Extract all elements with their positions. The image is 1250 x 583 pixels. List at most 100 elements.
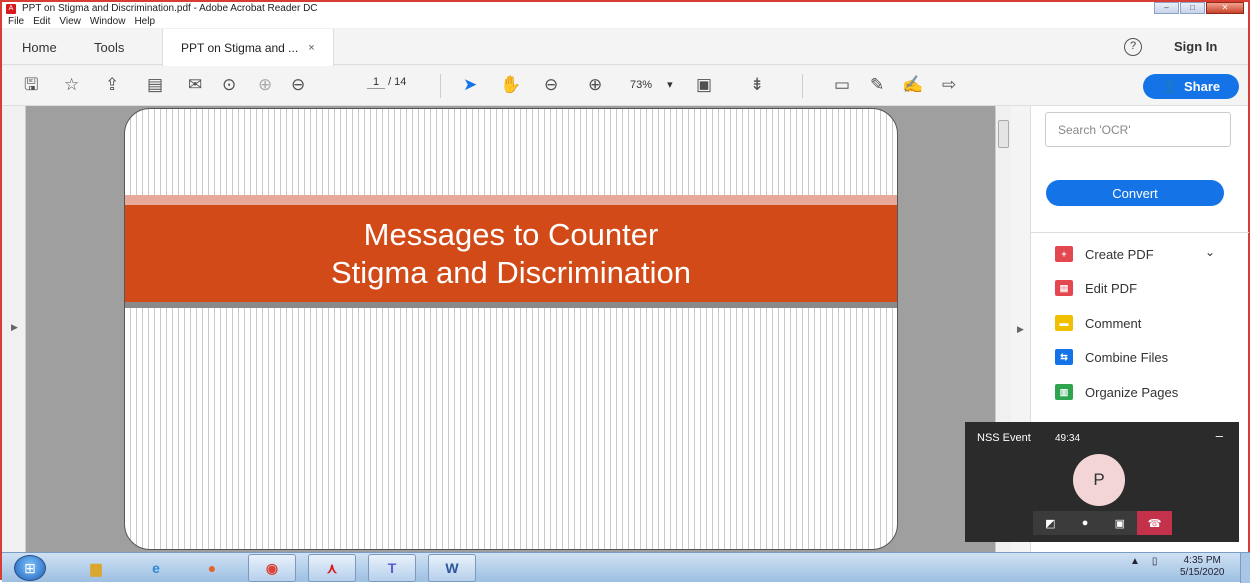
close-window-button[interactable]: ✕ [1206, 2, 1244, 14]
share-button[interactable]: 👤 Share [1143, 74, 1239, 99]
zoom-select[interactable]: 73% ▾ [630, 78, 673, 91]
maximize-button[interactable]: □ [1180, 2, 1205, 14]
email-icon[interactable]: ✉ [188, 75, 202, 95]
zoom-value: 73% [630, 79, 653, 91]
toolbar-separator [802, 74, 803, 98]
teams-icon[interactable]: T [368, 554, 416, 582]
tool-label: Create PDF [1085, 246, 1154, 262]
clock-date: 5/15/2020 [1180, 567, 1225, 578]
pdf-page-slide: Messages to Counter Stigma and Discrimin… [124, 108, 898, 550]
hang-up-button[interactable]: ☎ [1137, 511, 1172, 535]
menu-help[interactable]: Help [134, 16, 155, 27]
print-icon[interactable]: ▤ [147, 75, 163, 95]
tray-expand-icon[interactable]: ▲ [1130, 556, 1140, 567]
teams-call-window[interactable]: NSS Event 49:34 – P ◩ ● ▣ ☎ [965, 422, 1239, 542]
highlight-pen-icon[interactable]: ✎ [870, 75, 884, 95]
fill-sign-icon[interactable]: ⇨ [942, 75, 956, 95]
tab-close-icon[interactable]: × [308, 42, 314, 54]
tool-combine-files[interactable]: ⇆ Combine Files [1055, 349, 1168, 365]
tool-organize-pages[interactable]: ▥ Organize Pages [1055, 384, 1178, 400]
page-total: / 14 [388, 76, 407, 88]
scrollbar-thumb[interactable] [998, 120, 1009, 148]
scroll-mode-icon[interactable]: ⇟ [750, 75, 764, 95]
edit-pdf-icon: ▤ [1055, 280, 1073, 296]
add-user-icon: 👤 [1161, 78, 1179, 94]
acrobat-app-icon: A [6, 3, 16, 14]
hand-tool-icon[interactable]: ✋ [500, 75, 521, 95]
page-down-icon[interactable]: ⊖ [291, 75, 305, 95]
collapse-right-pane-icon[interactable]: ▶ [1017, 324, 1024, 335]
divider [1031, 232, 1249, 233]
taskbar: ⊞ ▆ e ● ◉ ⋏ T W ▲ ▯ 4:35 PM 5/15/2020 [2, 552, 1250, 583]
chrome-icon[interactable]: ◉ [248, 554, 296, 582]
expand-left-pane-icon[interactable]: ▶ [11, 322, 18, 333]
combine-files-icon: ⇆ [1055, 349, 1073, 365]
comment-icon[interactable]: ▭ [834, 75, 850, 95]
left-nav-pane[interactable]: ▶ [2, 106, 26, 552]
menu-view[interactable]: View [59, 16, 81, 27]
menu-edit[interactable]: Edit [33, 16, 50, 27]
tools-search-input[interactable]: Search 'OCR' [1045, 112, 1231, 147]
sign-icon[interactable]: ✍ [902, 75, 923, 95]
title-bar: A PPT on Stigma and Discrimination.pdf -… [2, 2, 1248, 15]
acrobat-taskbar-icon[interactable]: ⋏ [308, 554, 356, 582]
avatar: P [1073, 454, 1125, 506]
menu-bar: File Edit View Window Help [2, 15, 1248, 28]
tool-comment[interactable]: ▬ Comment [1055, 315, 1141, 331]
explorer-icon[interactable]: ▆ [72, 554, 120, 582]
select-cursor-icon[interactable]: ➤ [463, 75, 477, 95]
clock-time: 4:35 PM [1183, 555, 1221, 566]
slide-title-band: Messages to Counter Stigma and Discrimin… [125, 205, 897, 302]
tab-document-label: PPT on Stigma and ... [181, 40, 299, 55]
page-number-input[interactable]: 1 [367, 76, 385, 89]
menu-window[interactable]: Window [90, 16, 126, 27]
call-duration: 49:34 [1055, 433, 1081, 444]
sign-in-button[interactable]: Sign In [1174, 39, 1217, 54]
share-label: Share [1184, 79, 1221, 94]
chevron-down-icon[interactable]: ⌄ [1205, 245, 1215, 259]
system-clock[interactable]: 4:35 PM 5/15/2020 [1180, 555, 1225, 579]
internet-explorer-icon[interactable]: e [132, 554, 180, 582]
slide-accent-band [125, 195, 897, 205]
tool-edit-pdf[interactable]: ▤ Edit PDF [1055, 280, 1137, 296]
help-icon[interactable]: ? [1124, 38, 1142, 56]
document-viewer[interactable]: ▶ Messages to Counter Stigma and Discrim… [2, 106, 1030, 552]
toolbar-separator [440, 74, 441, 98]
tool-label: Organize Pages [1085, 384, 1179, 400]
tool-label: Combine Files [1085, 349, 1169, 365]
tool-create-pdf[interactable]: + Create PDF [1055, 246, 1154, 262]
camera-off-icon[interactable]: ◩ [1033, 511, 1068, 535]
menu-file[interactable]: File [8, 16, 24, 27]
window-title: PPT on Stigma and Discrimination.pdf - A… [22, 3, 318, 14]
slide-title-line-1: Messages to Counter [363, 216, 659, 252]
slide-bottom-band [125, 302, 897, 308]
page-indicator: 1 / 14 [367, 76, 406, 89]
bookmark-star-icon[interactable]: ☆ [64, 75, 79, 95]
firefox-icon[interactable]: ● [188, 554, 236, 582]
page-up-icon[interactable]: ⊕ [258, 75, 272, 95]
network-icon[interactable]: ▯ [1152, 556, 1158, 567]
zoom-in-icon[interactable]: ⊕ [588, 75, 602, 95]
tab-document[interactable]: PPT on Stigma and ... × [162, 29, 334, 66]
share-screen-icon[interactable]: ▣ [1103, 511, 1138, 535]
tab-tools[interactable]: Tools [94, 29, 124, 65]
show-desktop-button[interactable] [1240, 553, 1250, 583]
fit-page-icon[interactable]: ▣ [696, 75, 712, 95]
window-controls: – □ ✕ [1153, 2, 1244, 14]
save-icon[interactable]: 🖫 [24, 75, 38, 95]
microphone-icon[interactable]: ● [1068, 511, 1103, 535]
convert-button[interactable]: Convert [1046, 180, 1224, 206]
zoom-search-icon[interactable]: ⊙ [222, 75, 236, 95]
comment-icon: ▬ [1055, 315, 1073, 331]
system-tray: ▲ ▯ [1130, 556, 1157, 567]
zoom-out-icon[interactable]: ⊖ [544, 75, 558, 95]
upload-cloud-icon[interactable]: ⇪ [105, 75, 119, 95]
call-controls: ◩ ● ▣ ☎ [1033, 511, 1172, 535]
tool-label: Edit PDF [1085, 280, 1138, 296]
word-icon[interactable]: W [428, 554, 476, 582]
call-title: NSS Event [977, 432, 1031, 444]
start-button[interactable]: ⊞ [14, 555, 46, 581]
tab-home[interactable]: Home [22, 29, 57, 65]
minimize-button[interactable]: – [1154, 2, 1179, 14]
call-minimize-button[interactable]: – [1216, 428, 1223, 443]
